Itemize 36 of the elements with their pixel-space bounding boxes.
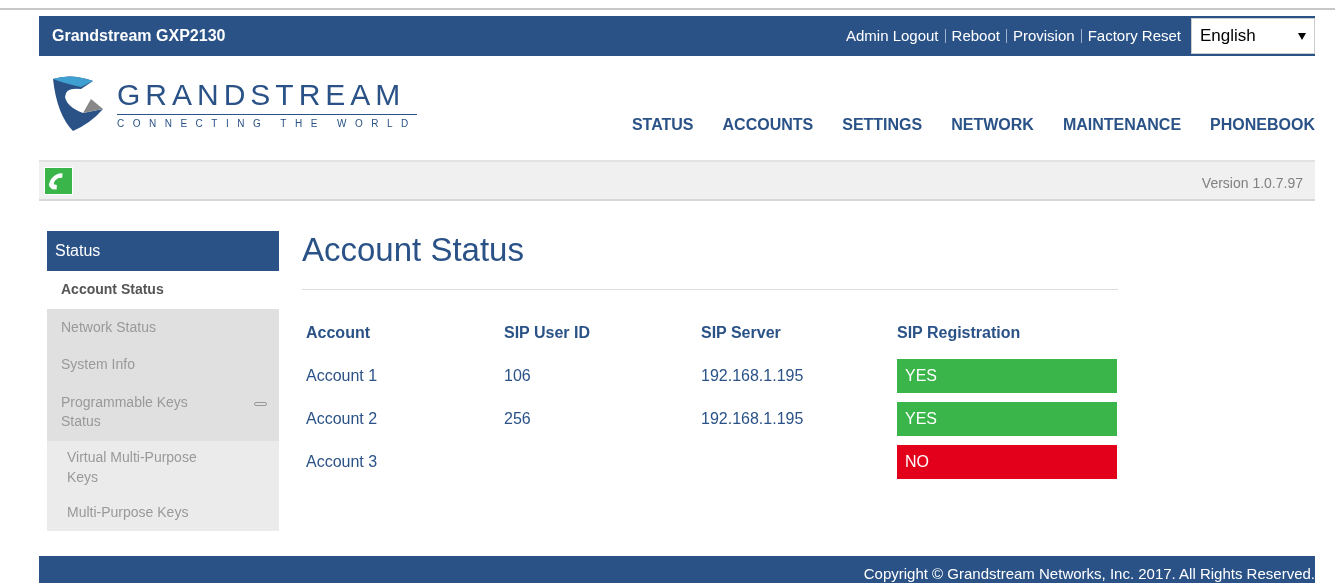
header-link[interactable]: Admin Logout: [845, 29, 939, 43]
table-cell-text: 192.168.1.195: [701, 367, 805, 385]
table-cell-text: 256: [504, 410, 532, 428]
device-title: Grandstream GXP2130: [52, 27, 227, 45]
column-header: SIP User ID: [504, 323, 591, 343]
nav-tab[interactable]: STATUS: [631, 116, 694, 134]
logo-tagline: CONNECTING THE WORLD: [117, 117, 417, 129]
nav-tab[interactable]: ACCOUNTS: [722, 116, 814, 134]
nav-tab[interactable]: PHONEBOOK: [1210, 116, 1315, 134]
registration-status: YES: [897, 402, 1117, 436]
sidebar-section-header: Status: [47, 231, 279, 271]
column-header: SIP Registration: [897, 323, 1022, 343]
table-cell-text: Account 3: [306, 453, 379, 471]
nav-tab[interactable]: MAINTENANCE: [1062, 116, 1182, 134]
table-cell-text: 192.168.1.195: [701, 410, 805, 428]
copyright-text: Copyright © Grandstream Networks, Inc. 2017. All Rights Reserved.: [863, 565, 1315, 582]
nav-tab[interactable]: NETWORK: [951, 116, 1034, 134]
language-select[interactable]: English: [1191, 18, 1315, 54]
logo-wordmark: GRANDSTREAM: [117, 77, 417, 115]
table-cell-text: 106: [504, 367, 532, 385]
column-header: SIP Server: [701, 323, 782, 343]
table-cell-text: Account 2: [306, 410, 379, 428]
collapse-icon[interactable]: [254, 401, 267, 406]
version-label: Version 1.0.7.97: [1201, 174, 1303, 191]
table-cell-text: Account 1: [306, 367, 379, 385]
page-title: Account Status: [302, 231, 1118, 290]
header-link[interactable]: Reboot: [944, 29, 1000, 43]
registration-status: YES: [897, 359, 1117, 393]
phone-icon: [44, 166, 73, 195]
header-link[interactable]: Factory Reset: [1080, 29, 1181, 43]
nav-tab[interactable]: SETTINGS: [842, 116, 923, 134]
logo-icon: [51, 75, 105, 131]
column-header: Account: [306, 323, 371, 343]
caret-icon: [1298, 32, 1306, 40]
header-link[interactable]: Provision: [1005, 29, 1075, 43]
registration-status: NO: [897, 445, 1117, 479]
